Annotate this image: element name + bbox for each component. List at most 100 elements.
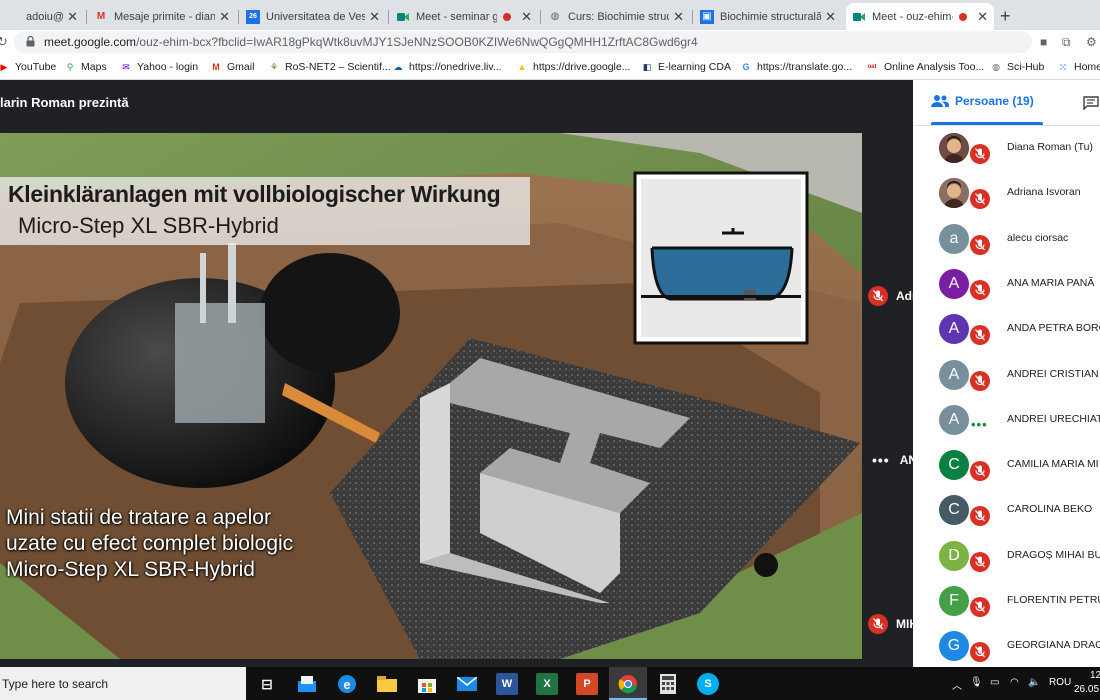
participant-row[interactable]: G GEORGIANA DRAGO bbox=[913, 623, 1100, 667]
participant-row[interactable]: D DRAGOȘ MIHAI BUL bbox=[913, 533, 1100, 578]
participant-row[interactable]: C CAMILIA MARIA MI bbox=[913, 442, 1100, 487]
new-tab-button[interactable]: + bbox=[1000, 6, 1011, 27]
bookmark-item[interactable]: ✉ Yahoo - login bbox=[120, 61, 198, 73]
bookmark-item[interactable]: ☁ https://onedrive.liv... bbox=[392, 61, 502, 73]
tab-separator bbox=[238, 10, 239, 24]
skype-icon[interactable]: S bbox=[697, 673, 719, 695]
participant-name: FLORENTIN PETRU bbox=[1007, 594, 1100, 606]
browser-tab[interactable]: 26 Universitatea de Vest d✕ bbox=[240, 3, 386, 30]
participant-name: alecu ciorsac bbox=[1007, 231, 1069, 244]
avatar: C bbox=[939, 450, 969, 481]
youtube-icon: ▶ bbox=[0, 61, 8, 72]
browser-tab[interactable]: ▣ Biochimie structurală B✕ bbox=[694, 3, 842, 30]
speaking-indicator-icon: ••• bbox=[971, 416, 988, 432]
presentation-video[interactable]: Kleinkläranlagen mit vollbiologischer Wi… bbox=[0, 133, 862, 659]
globe-icon: ◍ bbox=[550, 11, 560, 22]
bookmark-label: https://onedrive.liv... bbox=[409, 61, 502, 73]
close-tab-icon[interactable]: ✕ bbox=[369, 9, 380, 25]
word-icon[interactable]: W bbox=[496, 673, 518, 695]
participant-name: Diana Roman (Tu) bbox=[1007, 141, 1093, 153]
meet-icon bbox=[396, 10, 410, 24]
mic-off-icon bbox=[970, 370, 990, 391]
address-row: ↻ meet.google.com/ouz-ehim-bcx?fbclid=Iw… bbox=[0, 30, 1100, 55]
participant-row[interactable]: A ANDA PETRA BORC bbox=[913, 306, 1100, 351]
reload-icon[interactable]: ↻ bbox=[0, 34, 8, 50]
participant-name: DRAGOȘ MIHAI BUL bbox=[1007, 548, 1100, 561]
close-tab-icon[interactable]: ✕ bbox=[67, 9, 78, 25]
browser-tab[interactable]: adoiu@yahoo.✕ bbox=[0, 3, 84, 30]
close-tab-icon[interactable]: ✕ bbox=[521, 9, 532, 25]
search-placeholder: Type here to search bbox=[2, 677, 109, 691]
bookmark-item[interactable]: ▲ https://drive.google... bbox=[516, 61, 631, 73]
avatar bbox=[939, 133, 969, 163]
translate-page-icon[interactable]: ⧉ bbox=[1062, 35, 1071, 50]
maps-icon: ⚲ bbox=[66, 61, 74, 72]
battery-icon[interactable]: ▭ bbox=[990, 677, 999, 688]
explorer-icon[interactable] bbox=[296, 673, 318, 695]
bookmark-item[interactable]: ◧ E-learning CDA bbox=[641, 61, 731, 73]
close-tab-icon[interactable]: ✕ bbox=[977, 9, 988, 25]
volume-icon[interactable]: 🔈 bbox=[1028, 677, 1040, 688]
camera-icon[interactable]: ■ bbox=[1040, 35, 1047, 49]
close-tab-icon[interactable]: ✕ bbox=[673, 9, 684, 25]
participant-row[interactable]: A ANA MARIA PANĂ bbox=[913, 261, 1100, 306]
url-text[interactable]: meet.google.com/ouz-ehim-bcx?fbclid=IwAR… bbox=[44, 35, 698, 49]
recording-indicator-icon bbox=[503, 12, 512, 21]
oat-icon: oat bbox=[867, 64, 877, 70]
lock-icon bbox=[26, 36, 35, 47]
bookmark-item[interactable]: ▶ YouTube bbox=[0, 61, 57, 73]
store-icon[interactable] bbox=[416, 673, 438, 695]
file-explorer-icon[interactable] bbox=[376, 673, 398, 695]
clock-date: 26.05 bbox=[1074, 684, 1100, 695]
participant-row[interactable]: a alecu ciorsac bbox=[913, 216, 1100, 261]
url-host: meet.google.com bbox=[44, 35, 137, 49]
avatar: A bbox=[939, 314, 969, 345]
participant-tile-label: Adr bbox=[868, 286, 917, 306]
url-path: /ouz-ehim-bcx?fbclid=IwAR18gPkqWtk8uvMJY… bbox=[136, 35, 698, 49]
language-indicator[interactable]: ROU bbox=[1049, 677, 1071, 688]
wifi-icon[interactable]: ◠ bbox=[1010, 677, 1019, 688]
bookmark-item[interactable]: oat Online Analysis Too... bbox=[865, 61, 985, 73]
excel-icon[interactable]: X bbox=[536, 673, 558, 695]
bookmark-item[interactable]: ⚲ Maps bbox=[64, 61, 107, 73]
tray-chevron-icon[interactable]: ︿ bbox=[952, 677, 962, 692]
taskbar-search-box[interactable]: Type here to search bbox=[0, 667, 246, 700]
bookmark-item[interactable]: M Gmail bbox=[210, 61, 254, 73]
apps-icon: ⁙ bbox=[1059, 61, 1067, 72]
participant-row[interactable]: C CAROLINA BEKO bbox=[913, 487, 1100, 532]
avatar: a bbox=[939, 223, 969, 254]
tab-people[interactable]: Persoane (19) bbox=[931, 94, 1034, 108]
clock[interactable]: 12 26.05 bbox=[1074, 669, 1100, 697]
participant-row[interactable]: Diana Roman (Tu) bbox=[913, 125, 1100, 170]
address-bar[interactable]: meet.google.com/ouz-ehim-bcx?fbclid=IwAR… bbox=[14, 31, 1032, 53]
browser-tab[interactable]: M Mesaje primite - diana ✕ bbox=[88, 3, 236, 30]
meet-stage-area: larin Roman prezintă Kleinkläranlagen mi… bbox=[0, 80, 925, 667]
participant-row[interactable]: F FLORENTIN PETRU bbox=[913, 578, 1100, 623]
bookmark-item[interactable]: ⁙ Home bbox=[1057, 61, 1100, 73]
tab-title: adoiu@yahoo. bbox=[26, 10, 64, 23]
bookmark-item[interactable]: ⚘ RoS-NET2 – Scientif... bbox=[268, 61, 391, 73]
browser-tab[interactable]: ◍ Curs: Biochimie structu ✕ bbox=[542, 3, 690, 30]
calculator-icon[interactable] bbox=[657, 673, 679, 695]
tab-title: Meet - ouz-ehim- bbox=[872, 10, 954, 23]
chat-icon[interactable] bbox=[1083, 96, 1099, 110]
task-view-icon[interactable]: ⊟ bbox=[256, 673, 278, 695]
edge-icon[interactable]: e bbox=[336, 673, 358, 695]
chrome-icon[interactable] bbox=[617, 673, 639, 695]
translate-icon: G bbox=[742, 62, 750, 72]
participant-row[interactable]: A ••• ANDREI URECHIATU bbox=[913, 397, 1100, 442]
participant-row[interactable]: A ANDREI CRISTIAN V bbox=[913, 352, 1100, 397]
tray-mic-icon[interactable]: 🎙 bbox=[970, 677, 983, 688]
browser-tab[interactable]: Meet - seminar gr ✕ bbox=[390, 3, 538, 30]
participant-row[interactable]: Adriana Isvoran bbox=[913, 170, 1100, 215]
powerpoint-icon[interactable]: P bbox=[576, 673, 598, 695]
onedrive-icon: ☁ bbox=[393, 61, 403, 72]
browser-tab[interactable]: Meet - ouz-ehim- ✕ bbox=[846, 3, 994, 30]
bookmark-item[interactable]: ◍ Sci-Hub bbox=[990, 61, 1044, 73]
close-tab-icon[interactable]: ✕ bbox=[219, 9, 230, 25]
close-tab-icon[interactable]: ✕ bbox=[825, 9, 836, 25]
bookmark-label: Sci-Hub bbox=[1007, 61, 1045, 73]
bookmark-item[interactable]: Ghttps://translate.go... bbox=[740, 61, 852, 73]
mail-icon[interactable] bbox=[456, 673, 478, 695]
extension-icon[interactable]: ⚙ bbox=[1086, 35, 1097, 49]
